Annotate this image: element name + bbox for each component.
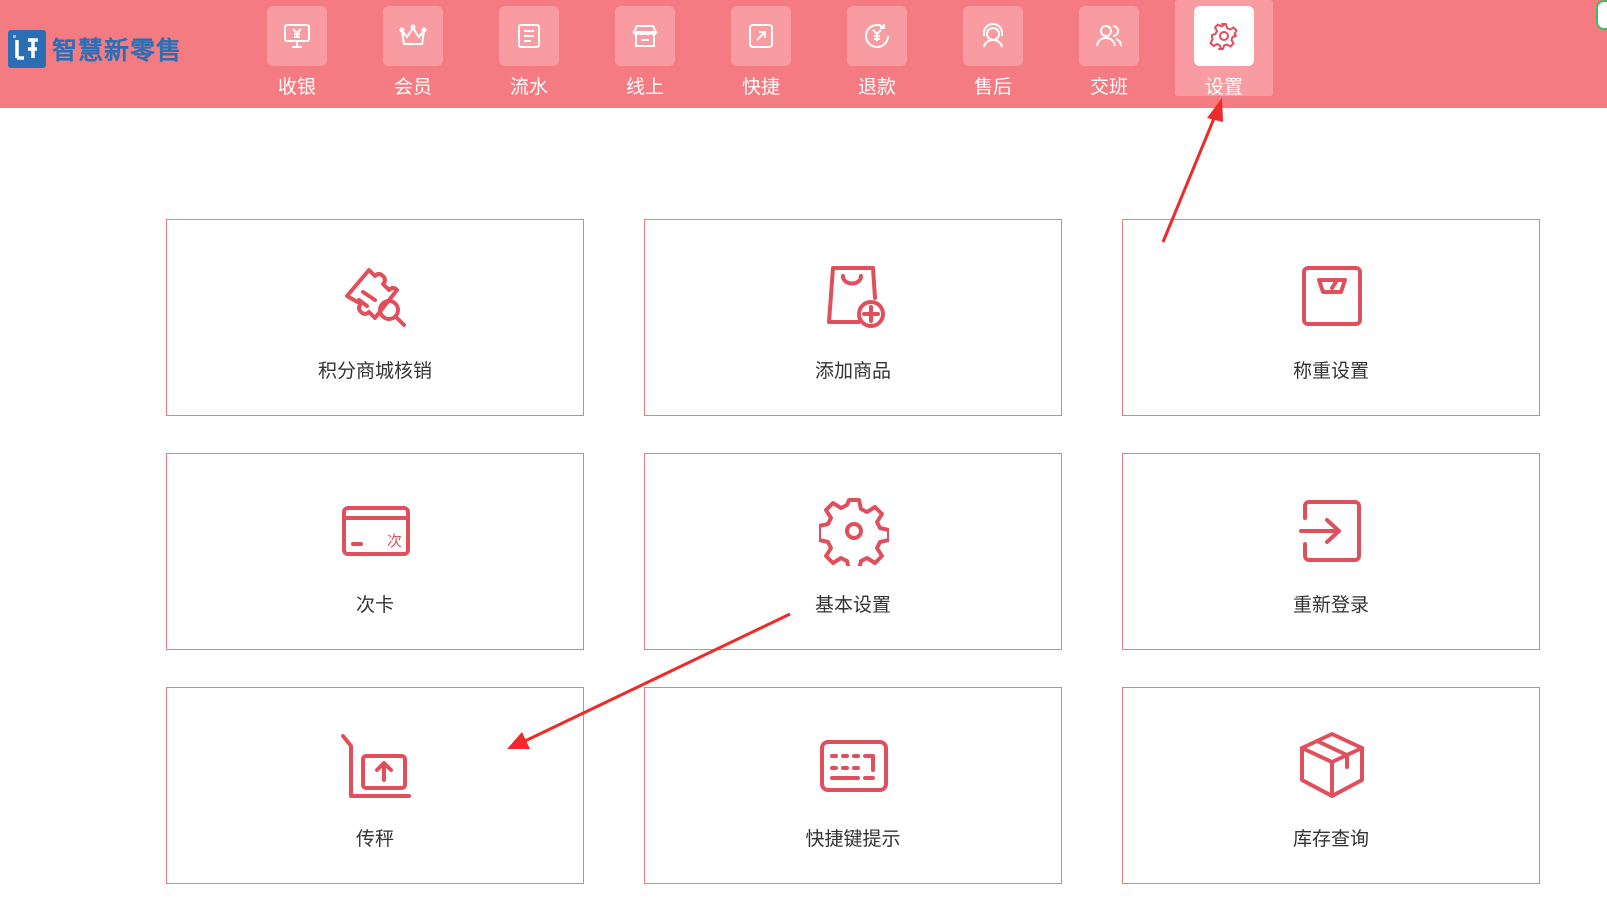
brand-logo: 智慧新零售 [8, 30, 182, 68]
shortcut-icon [731, 6, 791, 66]
storefront-icon [615, 6, 675, 66]
tile-label: 快捷键提示 [805, 828, 901, 850]
bag-add-icon [827, 266, 885, 328]
nav-refund[interactable]: 退款 [828, 0, 926, 98]
nav-label: 流水 [509, 76, 548, 98]
nav-online[interactable]: 线上 [596, 0, 694, 98]
tile-label: 次卡 [355, 594, 394, 616]
tile-punch-card[interactable]: 次 次卡 [166, 453, 584, 650]
brand-name: 智慧新零售 [52, 36, 183, 65]
headset-icon [963, 6, 1023, 66]
tile-inventory-query[interactable]: 库存查询 [1122, 687, 1540, 884]
tile-label: 基本设置 [814, 594, 891, 616]
logo-icon [8, 30, 46, 68]
tile-shortcut-keys[interactable]: 快捷键提示 [644, 687, 1062, 884]
tile-label: 称重设置 [1292, 360, 1369, 382]
crown-icon [383, 6, 443, 66]
nav-label: 交班 [1089, 76, 1128, 98]
keyboard-icon [820, 740, 888, 792]
ticket-search-icon [345, 268, 406, 327]
nav-cashier[interactable]: 收银 [248, 0, 346, 98]
nav-label: 线上 [625, 76, 664, 98]
refund-icon [847, 6, 907, 66]
nav-label: 售后 [973, 76, 1012, 98]
ledger-icon [499, 6, 559, 66]
tile-points-redemption[interactable]: 积分商城核销 [166, 219, 584, 416]
login-icon [1299, 500, 1361, 562]
nav-label: 退款 [857, 76, 896, 98]
nav-shortcut[interactable]: 快捷 [712, 0, 810, 98]
nav-settings[interactable]: 设置 [1175, 0, 1273, 98]
nav-label: 会员 [393, 76, 432, 98]
card-icon-text: 次 [387, 532, 402, 550]
nav-member[interactable]: 会员 [364, 0, 462, 98]
tile-label: 库存查询 [1292, 828, 1369, 850]
nav-label: 收银 [277, 76, 316, 98]
tile-basic-settings[interactable]: 基本设置 [644, 453, 1062, 650]
top-navigation-bar: 智慧新零售 收银 会员 流水 线上 快捷 退款 售后 交班 设置 [0, 0, 1607, 108]
nav-ledger[interactable]: 流水 [480, 0, 578, 98]
cash-register-icon [267, 6, 327, 66]
tile-label: 传秤 [355, 828, 394, 850]
scale-icon [1302, 266, 1362, 326]
tile-label: 添加商品 [814, 360, 891, 382]
nav-label: 设置 [1204, 76, 1243, 98]
tile-weighing-settings[interactable]: 称重设置 [1122, 219, 1540, 416]
nav-label: 快捷 [741, 76, 780, 98]
gear-icon [1194, 6, 1254, 66]
tile-add-product[interactable]: 添加商品 [644, 219, 1062, 416]
tile-label: 积分商城核销 [317, 360, 432, 382]
tile-transfer-to-scale[interactable]: 传秤 [166, 687, 584, 884]
edge-marker [1596, 0, 1607, 30]
tile-relogin[interactable]: 重新登录 [1122, 453, 1540, 650]
nav-after-sales[interactable]: 售后 [944, 0, 1042, 98]
tile-label: 重新登录 [1292, 594, 1369, 616]
gear-icon [819, 498, 889, 566]
nav-shift-handover[interactable]: 交班 [1060, 0, 1158, 98]
users-icon [1079, 6, 1139, 66]
upload-scale-icon [341, 734, 411, 798]
box-icon [1300, 732, 1364, 798]
card-icon: 次 [342, 506, 410, 556]
